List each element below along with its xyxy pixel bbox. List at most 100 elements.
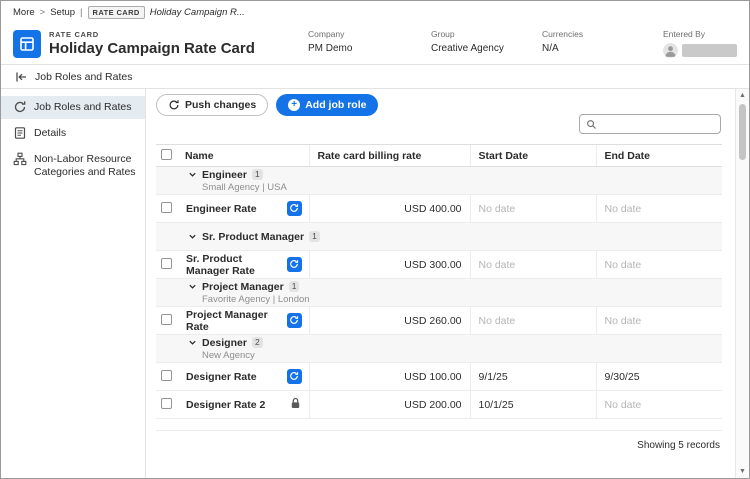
- group-row: Designer 2 New Agency: [156, 335, 722, 363]
- object-type-eyebrow: RATE CARD: [49, 30, 308, 39]
- rate-value[interactable]: USD 300.00: [309, 251, 470, 279]
- group-row: Project Manager 1 Favorite Agency | Lond…: [156, 279, 722, 307]
- rate-row: Engineer Rate USD 400.00 No date No date: [156, 195, 722, 223]
- column-header-end-date[interactable]: End Date: [596, 145, 722, 167]
- push-changes-button[interactable]: Push changes: [156, 94, 268, 116]
- group-count-badge: 2: [252, 337, 263, 348]
- row-checkbox[interactable]: [161, 202, 172, 213]
- search-icon: [586, 119, 597, 130]
- rate-card-app-icon: [13, 30, 41, 58]
- sidebar-item-label: Non-Labor Resource Categories and Rates: [34, 153, 137, 179]
- title-block: RATE CARD Holiday Campaign Rate Card: [49, 30, 308, 57]
- toolbar: Push changes + Add job role: [156, 94, 721, 144]
- rates-table: Name Rate card billing rate Start Date E…: [156, 144, 722, 431]
- sidebar-item-details[interactable]: Details: [1, 122, 145, 145]
- sidebar-item-label: Job Roles and Rates: [34, 101, 131, 114]
- rate-row: Sr. Product Manager Rate USD 300.00 No d…: [156, 251, 722, 279]
- column-header-start-date[interactable]: Start Date: [470, 145, 596, 167]
- end-date[interactable]: No date: [596, 251, 722, 279]
- meta-company: Company PM Demo: [308, 29, 431, 58]
- group-label: Group: [431, 29, 542, 39]
- start-date[interactable]: No date: [470, 195, 596, 223]
- group-name: Project Manager: [202, 281, 284, 293]
- breadcrumb-current-page: Holiday Campaign R...: [150, 7, 245, 18]
- start-date[interactable]: No date: [470, 251, 596, 279]
- rate-value[interactable]: USD 100.00: [309, 363, 470, 391]
- scrollbar-thumb[interactable]: [739, 104, 746, 160]
- chevron-down-icon[interactable]: [188, 232, 197, 241]
- billing-rate-icon[interactable]: [287, 257, 302, 272]
- breadcrumb-setup[interactable]: Setup: [50, 7, 75, 18]
- rate-value[interactable]: USD 400.00: [309, 195, 470, 223]
- breadcrumb-rate-card-badge: RATE CARD: [88, 6, 145, 19]
- start-date[interactable]: 10/1/25: [470, 391, 596, 419]
- breadcrumb: More > Setup | RATE CARD Holiday Campaig…: [1, 1, 749, 23]
- group-row: Engineer 1 Small Agency | USA: [156, 167, 722, 195]
- categories-hierarchy-icon: [13, 152, 27, 166]
- table-spacer-row: [156, 419, 722, 431]
- group-name: Engineer: [202, 169, 247, 181]
- meta-currencies: Currencies N/A: [542, 29, 663, 58]
- table-header-row: Name Rate card billing rate Start Date E…: [156, 145, 722, 167]
- scroll-up-arrow[interactable]: ▲: [736, 92, 749, 99]
- page-title: Holiday Campaign Rate Card: [49, 40, 308, 57]
- group-value: Creative Agency: [431, 43, 542, 54]
- billing-rate-icon[interactable]: [287, 201, 302, 216]
- push-changes-icon: [168, 99, 180, 111]
- group-subtitle: Small Agency | USA: [202, 182, 721, 193]
- chevron-down-icon[interactable]: [188, 338, 197, 347]
- column-header-name[interactable]: Name: [182, 145, 309, 167]
- end-date[interactable]: No date: [596, 307, 722, 335]
- select-all-checkbox[interactable]: [161, 149, 172, 160]
- sidebar: Job Roles and Rates Details Non-Labor Re…: [1, 89, 146, 478]
- end-date[interactable]: 9/30/25: [596, 363, 722, 391]
- end-date[interactable]: No date: [596, 391, 722, 419]
- column-header-rate[interactable]: Rate card billing rate: [309, 145, 470, 167]
- back-arrow-icon: [14, 70, 28, 84]
- row-checkbox[interactable]: [161, 258, 172, 269]
- details-icon: [13, 126, 27, 140]
- breadcrumb-separator: >: [40, 7, 46, 18]
- rate-value[interactable]: USD 200.00: [309, 391, 470, 419]
- sidebar-item-non-labor-resource-categories[interactable]: Non-Labor Resource Categories and Rates: [1, 148, 145, 184]
- group-count-badge: 1: [289, 281, 300, 292]
- group-subtitle: Favorite Agency | London: [202, 294, 721, 305]
- breadcrumb-more[interactable]: More: [13, 7, 35, 18]
- row-checkbox[interactable]: [161, 370, 172, 381]
- row-checkbox[interactable]: [161, 398, 172, 409]
- entered-by-value: [663, 43, 737, 58]
- app-window: More > Setup | RATE CARD Holiday Campaig…: [0, 0, 750, 479]
- group-count-badge: 1: [252, 169, 263, 180]
- entered-by-label: Entered By: [663, 29, 737, 39]
- rate-value[interactable]: USD 260.00: [309, 307, 470, 335]
- back-link[interactable]: Job Roles and Rates: [1, 65, 749, 89]
- main-panel: Push changes + Add job role: [146, 89, 735, 478]
- group-name: Sr. Product Manager: [202, 231, 304, 243]
- rate-name: Sr. Product Manager Rate: [186, 253, 287, 277]
- rates-refresh-icon: [13, 100, 27, 114]
- currencies-value: N/A: [542, 43, 663, 54]
- billing-rate-icon[interactable]: [287, 313, 302, 328]
- header-meta: Company PM Demo Group Creative Agency Cu…: [308, 29, 737, 58]
- person-icon: [663, 43, 678, 58]
- start-date[interactable]: No date: [470, 307, 596, 335]
- start-date[interactable]: 9/1/25: [470, 363, 596, 391]
- vertical-scrollbar[interactable]: ▲ ▼: [735, 89, 749, 478]
- entered-by-name-redacted: [682, 44, 737, 57]
- chevron-down-icon[interactable]: [188, 282, 197, 291]
- group-name: Designer: [202, 337, 247, 349]
- chevron-down-icon[interactable]: [188, 170, 197, 179]
- content-body: Job Roles and Rates Details Non-Labor Re…: [1, 89, 749, 478]
- row-checkbox[interactable]: [161, 314, 172, 325]
- add-job-role-button[interactable]: + Add job role: [276, 94, 378, 116]
- rate-name: Project Manager Rate: [186, 309, 287, 333]
- end-date[interactable]: No date: [596, 195, 722, 223]
- search-input[interactable]: [601, 118, 714, 131]
- sidebar-item-job-roles-and-rates[interactable]: Job Roles and Rates: [1, 96, 145, 119]
- billing-rate-icon[interactable]: [287, 369, 302, 384]
- search-box[interactable]: [579, 114, 721, 134]
- rate-card-glyph: [18, 35, 36, 53]
- table-body: Engineer 1 Small Agency | USA Engineer R…: [156, 167, 722, 419]
- group-count-badge: 1: [309, 231, 320, 242]
- scroll-down-arrow[interactable]: ▼: [736, 468, 749, 475]
